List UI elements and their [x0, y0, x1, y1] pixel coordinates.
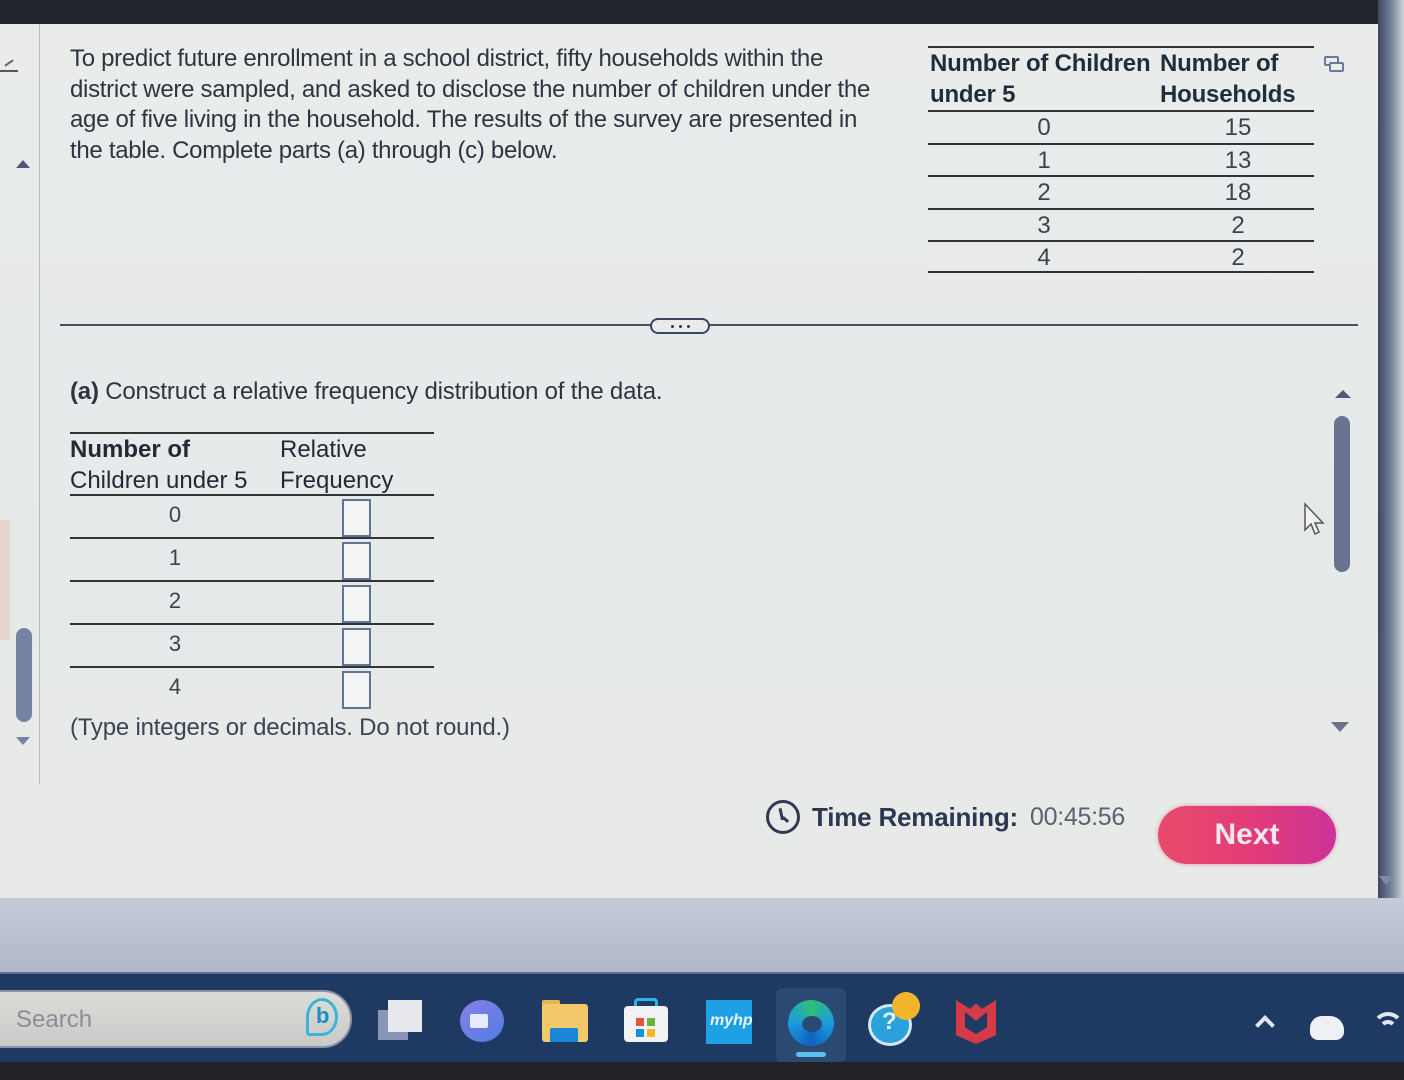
- part-text: Construct a relative frequency distribut…: [105, 378, 663, 405]
- table-row: 4 2: [928, 240, 1314, 273]
- table-row: 2 18: [928, 175, 1314, 208]
- microsoft-store-icon[interactable]: [622, 998, 670, 1044]
- table-row: 0: [70, 494, 434, 537]
- table-row: 3 2: [928, 207, 1314, 241]
- left-scrollbar-thumb[interactable]: [16, 628, 32, 722]
- column-header-relative-frequency: Relative Frequency: [280, 436, 394, 494]
- table-row: 1 13: [928, 142, 1314, 176]
- desktop-background: [0, 898, 1404, 978]
- table-row: 0 15: [928, 110, 1314, 143]
- clock-icon: [766, 800, 800, 834]
- scroll-down-arrow[interactable]: [1331, 722, 1349, 732]
- table-row: 1: [70, 537, 434, 580]
- top-bezel: [0, 0, 1404, 24]
- question-prompt: To predict future enrollment in a school…: [70, 45, 871, 164]
- wifi-icon[interactable]: [1372, 1012, 1404, 1044]
- task-view-icon[interactable]: [378, 998, 426, 1044]
- left-scroll-down-arrow[interactable]: [16, 737, 30, 745]
- relative-frequency-input-0[interactable]: [342, 499, 371, 537]
- relative-frequency-input-3[interactable]: [342, 628, 371, 666]
- timer-value: 00:45:56: [1030, 802, 1125, 831]
- relative-frequency-input-2[interactable]: [342, 585, 371, 623]
- meet-now-icon[interactable]: [458, 998, 506, 1044]
- outer-scroll-down-arrow[interactable]: [1379, 876, 1393, 885]
- mouse-cursor-icon: [1304, 502, 1325, 536]
- scrollbar-thumb[interactable]: [1334, 416, 1350, 572]
- search-placeholder: Search: [16, 1006, 93, 1033]
- scroll-up-arrow[interactable]: [1335, 390, 1351, 398]
- table-row: 2: [70, 580, 434, 623]
- relative-frequency-input-1[interactable]: [342, 542, 371, 580]
- timer-label: Time Remaining:: [812, 801, 1019, 832]
- collapse-icon[interactable]: [4, 59, 14, 67]
- bing-chat-icon[interactable]: [306, 998, 338, 1036]
- get-help-icon[interactable]: ?: [868, 992, 920, 1046]
- mcafee-icon[interactable]: [952, 998, 1000, 1044]
- popout-window-icon[interactable]: [1324, 56, 1344, 72]
- part-a-instruction: (a) Construct a relative frequency distr…: [70, 378, 663, 406]
- table-row: 4: [70, 666, 434, 709]
- more-horizontal-icon[interactable]: [650, 318, 710, 334]
- relative-frequency-input-4[interactable]: [342, 671, 371, 709]
- survey-data-table: Number of Children under 5 Number of Hou…: [928, 46, 1314, 286]
- onedrive-cloud-icon[interactable]: [1310, 1016, 1344, 1040]
- answer-format-hint: (Type integers or decimals. Do not round…: [70, 714, 510, 741]
- time-remaining: Time Remaining: 00:45:56: [766, 800, 1125, 834]
- bottom-bezel: [0, 1062, 1404, 1080]
- relative-frequency-table: Number of Children under 5 Relative Freq…: [70, 432, 434, 712]
- column-header-households: Number of Households: [1160, 50, 1296, 108]
- table-row: 3: [70, 623, 434, 666]
- left-scroll-up-arrow[interactable]: [16, 160, 30, 168]
- myhp-icon[interactable]: myhp: [706, 998, 754, 1044]
- taskbar-search-input[interactable]: Search: [0, 990, 352, 1048]
- left-tint: [0, 520, 10, 640]
- edge-icon[interactable]: [776, 988, 846, 1062]
- collapse-icon-bar: [0, 70, 18, 72]
- part-label: (a): [70, 378, 99, 405]
- file-explorer-icon[interactable]: [540, 998, 588, 1044]
- table-body: 0 15 1 13 2 18 3 2 4 2: [928, 110, 1314, 273]
- next-button[interactable]: Next: [1158, 806, 1336, 864]
- column-header-children: Number of Children under 5: [930, 50, 1151, 108]
- table-body: 0 1 2 3 4: [70, 494, 434, 709]
- column-header-children: Number of Children under 5: [70, 436, 248, 494]
- window-right-edge: [1378, 0, 1404, 900]
